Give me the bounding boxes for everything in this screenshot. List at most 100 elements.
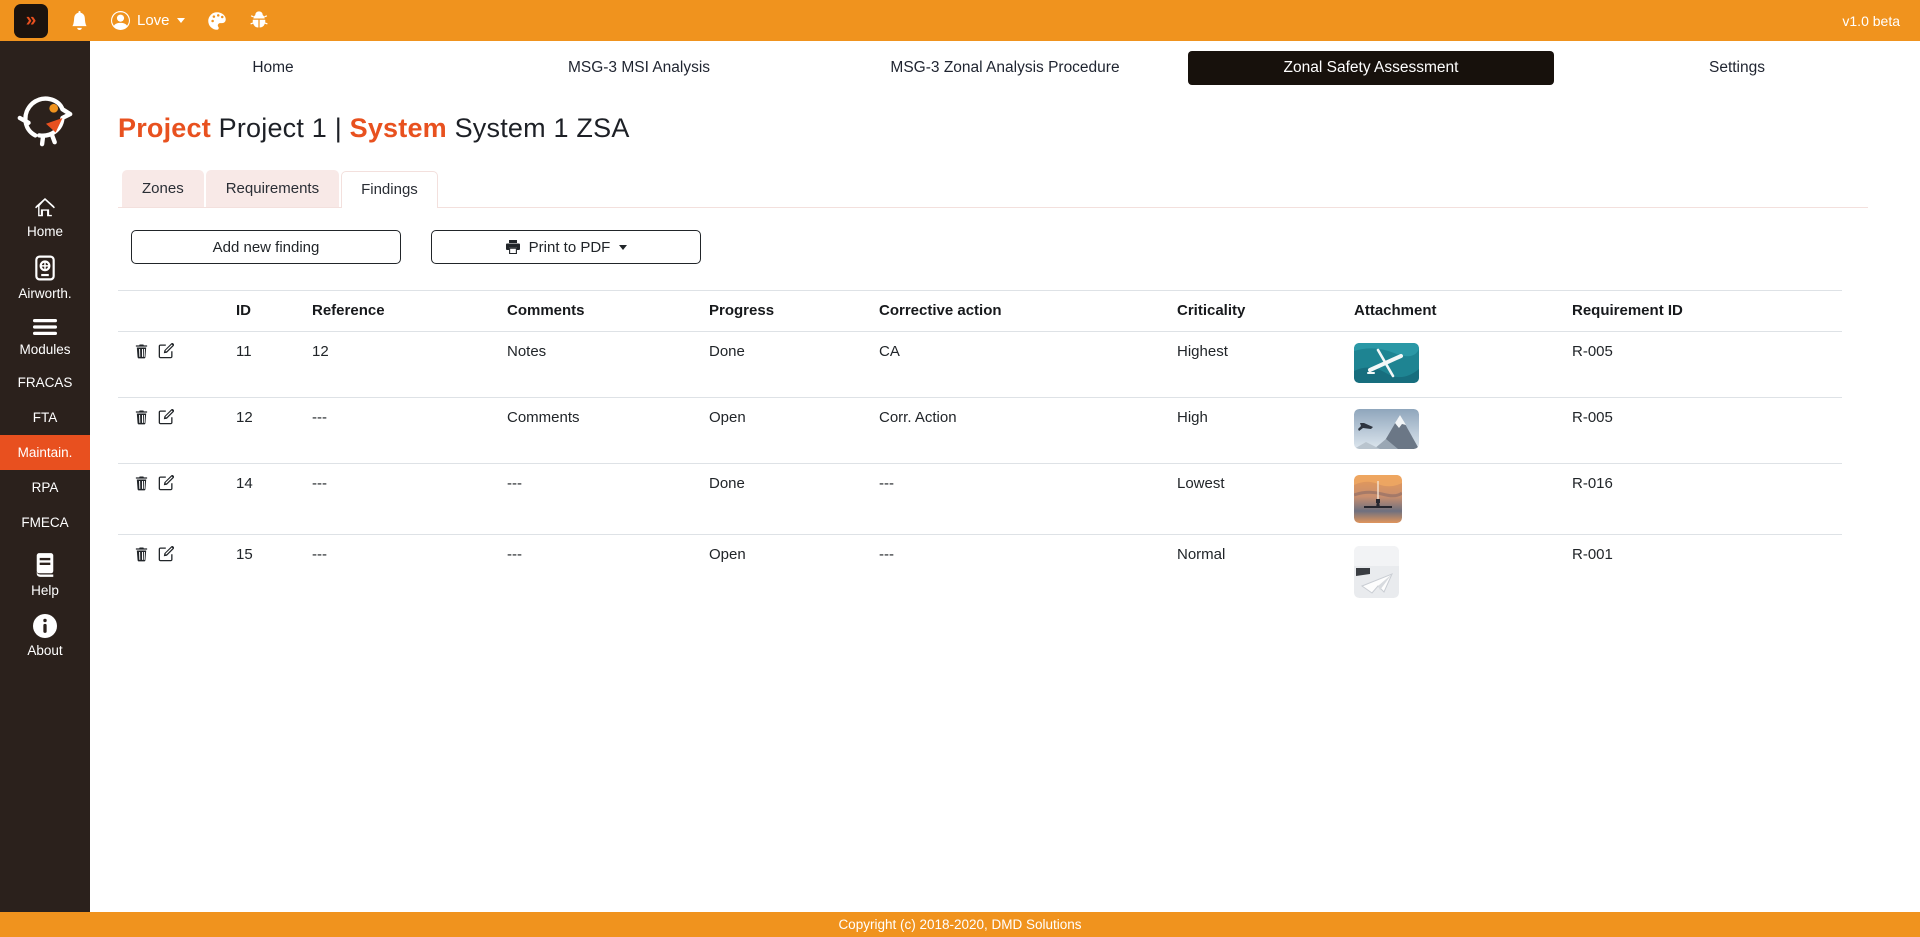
dropdown-box-icon — [97, 320, 110, 333]
sidebar-collapse-button[interactable]: » — [14, 4, 48, 38]
cell-requirement-id: R-005 — [1564, 398, 1842, 464]
col-comments: Comments — [499, 291, 701, 332]
delete-row-button[interactable] — [134, 546, 149, 562]
sidebar-item-label: Help — [31, 583, 59, 598]
chevron-down-icon — [619, 245, 627, 250]
cell-comments: Notes — [499, 332, 701, 398]
sidebar-item-label: FTA — [33, 410, 58, 425]
system-label: System — [350, 113, 447, 143]
table-header-row: ID Reference Comments Progress Correctiv… — [118, 291, 1842, 332]
add-new-finding-label: Add new finding — [213, 239, 320, 256]
edit-row-button[interactable] — [158, 475, 174, 491]
delete-row-button[interactable] — [134, 409, 149, 425]
sidebar-item-fta[interactable]: FTA — [0, 400, 90, 435]
cell-corrective-action: --- — [871, 535, 1169, 610]
cell-id: 15 — [228, 535, 304, 610]
person-circle-icon — [111, 11, 130, 30]
version-label: v1.0 beta — [1842, 13, 1900, 29]
info-icon — [0, 614, 90, 638]
topnav-tab-home[interactable]: Home — [90, 51, 456, 85]
attachment-thumbnail-jet-near-snowy-mountain[interactable] — [1354, 409, 1419, 449]
sidebar-item-help[interactable]: Help — [0, 544, 90, 606]
sidebar: Home Airworth. Modules F — [0, 41, 90, 912]
cell-criticality: Highest — [1169, 332, 1346, 398]
delete-row-button[interactable] — [134, 343, 149, 359]
app-logo-bird-icon[interactable] — [14, 86, 76, 153]
cell-comments: Comments — [499, 398, 701, 464]
bug-icon[interactable] — [249, 11, 269, 31]
print-to-pdf-label: Print to PDF — [529, 239, 611, 256]
attachment-thumbnail-plane-over-teal-sea[interactable] — [1354, 343, 1419, 383]
topnav-tab-msg3-zonal-analysis-procedure[interactable]: MSG-3 Zonal Analysis Procedure — [822, 51, 1188, 85]
bell-icon[interactable] — [70, 11, 89, 30]
chevron-down-icon — [177, 18, 185, 23]
cell-corrective-action: Corr. Action — [871, 398, 1169, 464]
findings-tab-bar: Zones Requirements Findings — [118, 170, 1868, 208]
add-new-finding-button[interactable]: Add new finding — [131, 230, 401, 264]
edit-row-button[interactable] — [158, 409, 174, 425]
sidebar-item-fracas[interactable]: FRACAS — [0, 365, 90, 400]
tab-requirements[interactable]: Requirements — [206, 170, 339, 207]
tab-zones[interactable]: Zones — [122, 170, 204, 207]
menu-bars-icon — [0, 317, 90, 337]
system-name: System 1 ZSA — [455, 113, 630, 143]
sidebar-item-airworthiness[interactable]: Airworth. — [0, 247, 90, 309]
edit-row-button[interactable] — [158, 546, 174, 562]
cell-id: 12 — [228, 398, 304, 464]
book-icon — [0, 552, 90, 578]
action-buttons-row: Add new finding Print to PDF — [131, 230, 1920, 264]
title-separator: | — [335, 113, 342, 143]
attachment-thumbnail-paper-plane-on-desk[interactable] — [1354, 546, 1399, 598]
sidebar-item-rpa[interactable]: RPA — [0, 470, 90, 505]
sidebar-item-label: Airworth. — [18, 286, 71, 301]
page-title: Project Project 1 | System System 1 ZSA — [118, 113, 1920, 144]
table-row: 12 --- Comments Open Corr. Action High — [118, 398, 1842, 464]
cell-requirement-id: R-016 — [1564, 464, 1842, 535]
col-corrective-action: Corrective action — [871, 291, 1169, 332]
top-bar: » Love v1.0 beta — [0, 0, 1920, 41]
table-row: 15 --- --- Open --- Normal — [118, 535, 1842, 610]
sidebar-item-maintain[interactable]: Maintain. — [0, 435, 90, 470]
cell-comments: --- — [499, 464, 701, 535]
print-to-pdf-button[interactable]: Print to PDF — [431, 230, 701, 264]
topnav-tab-msg3-msi-analysis[interactable]: MSG-3 MSI Analysis — [456, 51, 822, 85]
edit-row-button[interactable] — [158, 343, 174, 359]
sidebar-item-label: Maintain. — [18, 445, 73, 460]
sidebar-item-about[interactable]: About — [0, 606, 90, 666]
sidebar-item-label: FMECA — [21, 515, 68, 530]
printer-icon — [505, 239, 521, 255]
cell-corrective-action: CA — [871, 332, 1169, 398]
cell-progress: Open — [701, 535, 871, 610]
passport-icon — [0, 255, 90, 281]
cell-progress: Done — [701, 332, 871, 398]
col-attachment: Attachment — [1346, 291, 1564, 332]
sidebar-item-label: About — [27, 643, 62, 658]
col-id: ID — [228, 291, 304, 332]
cell-progress: Done — [701, 464, 871, 535]
table-row: 11 12 Notes Done CA Highest — [118, 332, 1842, 398]
topnav-tab-zonal-safety-assessment[interactable]: Zonal Safety Assessment — [1188, 51, 1554, 85]
sidebar-item-label: Modules — [19, 342, 70, 357]
user-name: Love — [137, 12, 170, 29]
cell-comments: --- — [499, 535, 701, 610]
cell-criticality: High — [1169, 398, 1346, 464]
cell-id: 14 — [228, 464, 304, 535]
top-navigation: Home MSG-3 MSI Analysis MSG-3 Zonal Anal… — [90, 41, 1920, 87]
palette-icon[interactable] — [207, 11, 227, 31]
tab-findings[interactable]: Findings — [341, 171, 438, 208]
sidebar-item-modules[interactable]: Modules — [0, 309, 90, 365]
cell-reference: --- — [304, 398, 499, 464]
cell-criticality: Lowest — [1169, 464, 1346, 535]
copyright-text: Copyright (c) 2018-2020, DMD Solutions — [838, 917, 1081, 932]
attachment-thumbnail-plane-sunset-rear-view[interactable] — [1354, 475, 1402, 523]
user-menu[interactable]: Love — [111, 11, 185, 30]
delete-row-button[interactable] — [134, 475, 149, 491]
project-name: Project 1 — [219, 113, 327, 143]
sidebar-item-home[interactable]: Home — [0, 189, 90, 247]
cell-requirement-id: R-001 — [1564, 535, 1842, 610]
col-requirement-id: Requirement ID — [1564, 291, 1842, 332]
home-icon — [0, 197, 90, 219]
table-row: 14 --- --- Done --- Lowest — [118, 464, 1842, 535]
topnav-tab-settings[interactable]: Settings — [1554, 51, 1920, 85]
sidebar-item-fmeca[interactable]: FMECA — [0, 505, 90, 540]
